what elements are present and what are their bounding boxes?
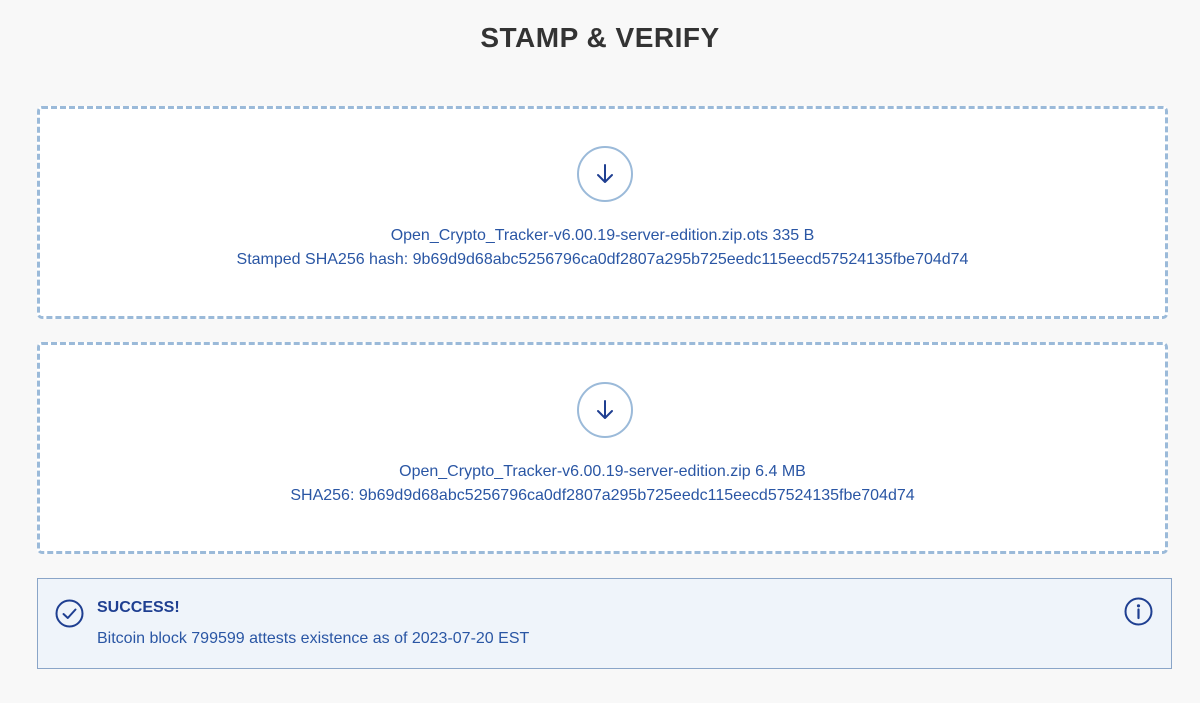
alert-title: SUCCESS! (97, 599, 180, 616)
info-icon[interactable] (1124, 597, 1153, 626)
stamp-file-dropzone[interactable]: Open_Crypto_Tracker-v6.00.19-server-edit… (37, 106, 1168, 319)
check-circle-icon (55, 599, 84, 628)
original-file-dropzone[interactable]: Open_Crypto_Tracker-v6.00.19-server-edit… (37, 342, 1168, 554)
original-hash: SHA256: 9b69d9d68abc5256796ca0df2807a295… (290, 487, 915, 504)
page: STAMP & VERIFY Open_Crypto_Tracker-v6.00… (0, 0, 1200, 703)
page-title: STAMP & VERIFY (480, 22, 720, 53)
alert-message: Bitcoin block 799599 attests existence a… (97, 630, 530, 647)
original-filename: Open_Crypto_Tracker-v6.00.19-server-edit… (399, 463, 806, 480)
stamp-hash: Stamped SHA256 hash: 9b69d9d68abc5256796… (236, 251, 969, 268)
stamp-filename: Open_Crypto_Tracker-v6.00.19-server-edit… (390, 227, 815, 244)
arrow-down-circle-icon (577, 382, 633, 438)
arrow-down-circle-icon (577, 146, 633, 202)
success-alert: SUCCESS! Bitcoin block 799599 attests ex… (37, 578, 1172, 669)
